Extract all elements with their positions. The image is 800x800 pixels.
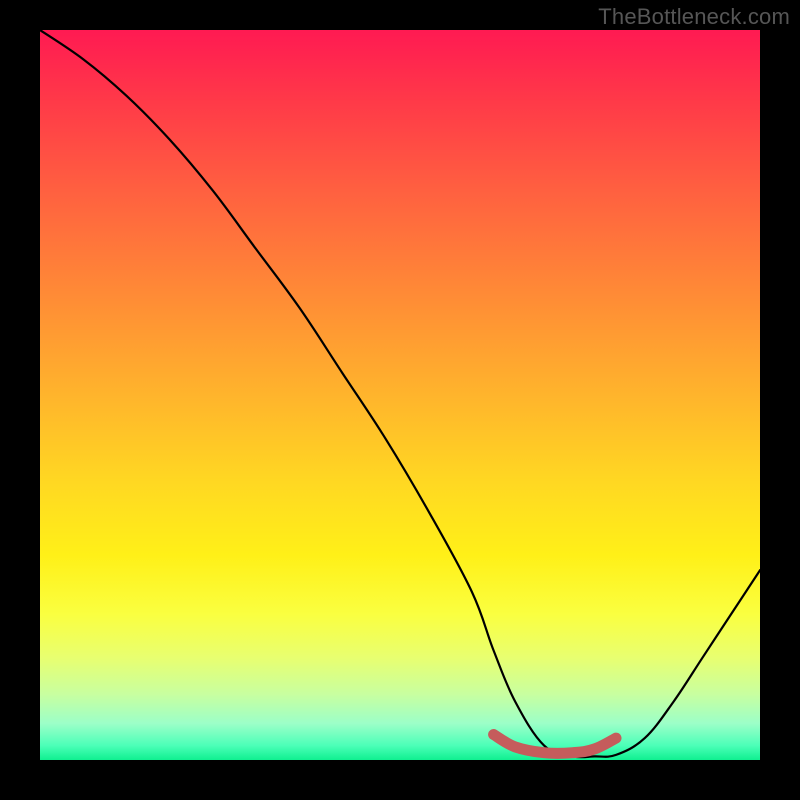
highlight-region: [494, 735, 616, 754]
plot-area: [40, 30, 760, 760]
bottleneck-curve: [40, 30, 760, 757]
curve-layer: [40, 30, 760, 760]
watermark-text: TheBottleneck.com: [598, 4, 790, 30]
chart-frame: TheBottleneck.com: [0, 0, 800, 800]
